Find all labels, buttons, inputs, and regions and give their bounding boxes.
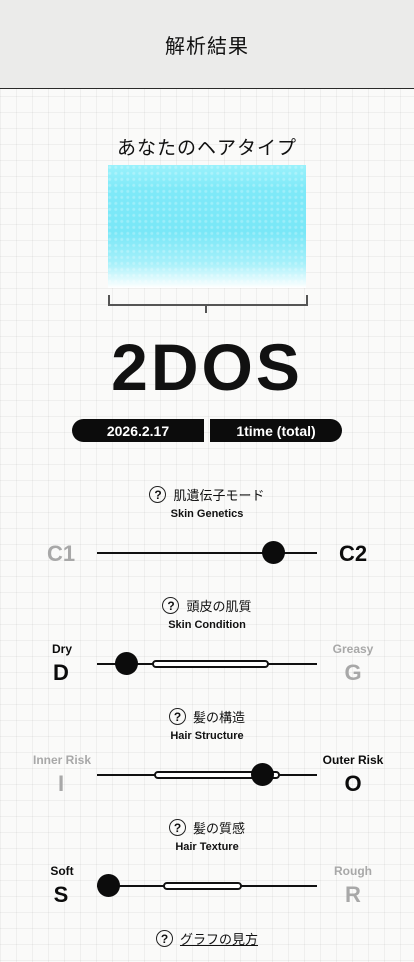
analysis-date-badge: 2026.2.17 — [72, 419, 204, 442]
axis-right-letter: O — [344, 771, 362, 796]
hair-type-code: 2DOS — [111, 330, 303, 404]
axis-skin-condition-title[interactable]: ? 頭皮の肌質 — [0, 596, 414, 615]
question-circle-icon[interactable]: ? — [168, 819, 186, 836]
axis-marker — [97, 874, 120, 897]
axis-title-ja: 髪の構造 — [192, 711, 245, 726]
question-circle-icon[interactable]: ? — [168, 708, 186, 725]
axis-title-en: Skin Genetics — [170, 508, 244, 520]
axis-skin-genetics-title[interactable]: ? 肌遺伝子モード — [0, 485, 414, 504]
question-circle-icon[interactable]: ? — [155, 930, 173, 947]
analysis-count: 1time (total) — [236, 422, 316, 439]
axis-right-letter: C2 — [338, 541, 368, 566]
axis-range-bar — [152, 660, 269, 668]
axis-title-ja: 肌遺伝子モード — [173, 489, 265, 504]
analysis-count-badge: 1time (total) — [210, 419, 342, 442]
axis-title-en: Hair Texture — [175, 841, 239, 853]
question-circle-icon[interactable]: ? — [162, 597, 180, 614]
axis-right-letter: R — [345, 882, 361, 907]
axis-left-label: Soft — [50, 864, 74, 878]
axis-hair-texture-title[interactable]: ? 髪の質感 — [0, 818, 414, 837]
question-circle-icon[interactable]: ? — [149, 486, 167, 503]
graph-guide-label[interactable]: グラフの見方 — [180, 929, 258, 948]
axis-left-label: Inner Risk — [32, 753, 92, 767]
hair-type-label: あなたのヘアタイプ — [116, 137, 297, 159]
axis-marker — [250, 763, 274, 786]
visual-bracket — [108, 295, 308, 306]
axis-right-letter: G — [344, 660, 362, 685]
axis-left-letter: C1 — [46, 541, 76, 566]
graph-guide-link[interactable]: ? グラフの見方 — [0, 929, 414, 948]
axis-right-label: Greasy — [332, 642, 374, 656]
axis-marker — [262, 541, 286, 564]
axis-range-bar — [163, 882, 243, 890]
hair-type-visual — [108, 165, 306, 288]
axis-left-letter: S — [53, 882, 69, 907]
axis-title-en: Hair Structure — [170, 730, 244, 742]
axis-right-label: Rough — [334, 864, 372, 878]
axis-left-label: Dry — [51, 642, 72, 656]
page-title: 解析結果 — [165, 33, 249, 58]
axis-title-ja: 髪の質感 — [192, 822, 245, 837]
axis-title-en: Skin Condition — [168, 619, 246, 631]
page-header: 解析結果 — [0, 0, 414, 89]
axis-hair-structure-title[interactable]: ? 髪の構造 — [0, 707, 414, 726]
axis-title-ja: 頭皮の肌質 — [186, 600, 252, 615]
axis-marker — [114, 652, 138, 675]
axis-left-letter: D — [53, 660, 69, 685]
axis-left-letter: I — [57, 771, 65, 796]
visual-bracket-tick — [205, 304, 207, 313]
analysis-date: 2026.2.17 — [106, 422, 170, 439]
axis-right-label: Outer Risk — [322, 753, 384, 767]
